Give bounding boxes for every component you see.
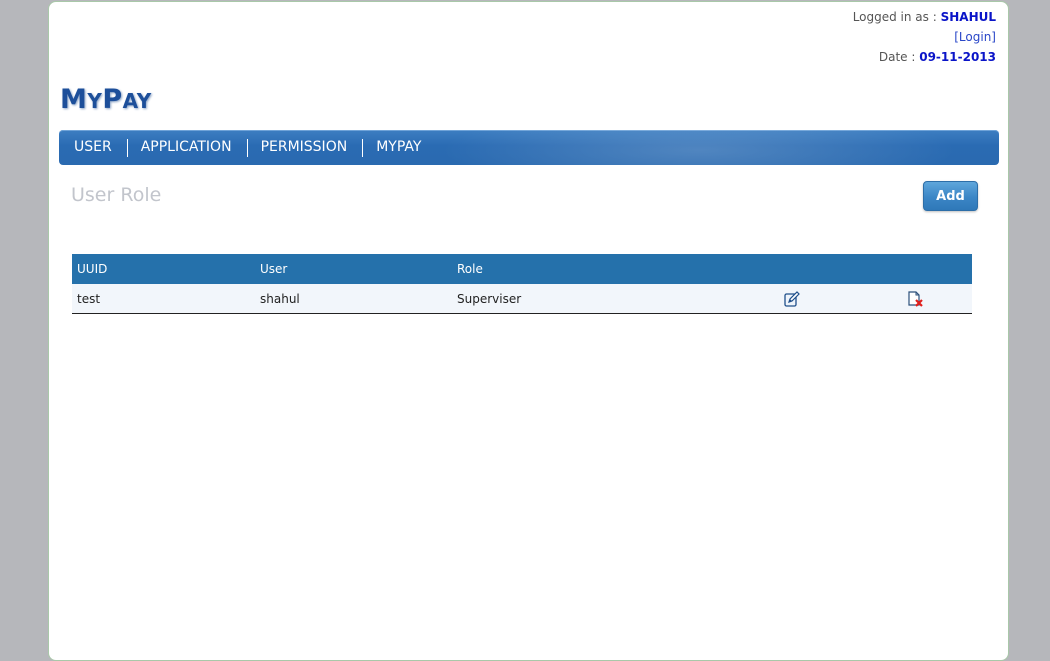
user-role-table: UUID User Role test shahul Superviser	[72, 254, 972, 314]
column-header-user: User	[255, 254, 452, 284]
cell-role: Superviser	[452, 284, 727, 314]
table-header-row: UUID User Role	[72, 254, 972, 284]
date-line: Date : 09-11-2013	[853, 47, 996, 67]
page-container: Logged in as : SHAHUL [Login] Date : 09-…	[48, 1, 1009, 661]
column-header-delete	[857, 254, 972, 284]
cell-uuid: test	[72, 284, 255, 314]
login-link[interactable]: [Login]	[954, 30, 996, 44]
username: SHAHUL	[940, 10, 996, 24]
cell-user: shahul	[255, 284, 452, 314]
logo-letter-p: P	[102, 84, 123, 115]
add-button[interactable]: Add	[923, 181, 978, 211]
nav-item-application[interactable]: APPLICATION	[126, 130, 247, 165]
logged-in-line: Logged in as : SHAHUL	[853, 7, 996, 27]
edit-icon[interactable]	[783, 290, 801, 308]
logo-letter-m: M	[60, 84, 88, 115]
cell-edit	[727, 284, 857, 314]
nav-list: USER APPLICATION PERMISSION MYPAY	[59, 130, 999, 165]
column-header-uuid: UUID	[72, 254, 255, 284]
nav-item-permission[interactable]: PERMISSION	[246, 130, 363, 165]
date-value: 09-11-2013	[919, 50, 996, 64]
logged-in-label: Logged in as :	[852, 10, 941, 24]
cell-delete	[857, 284, 972, 314]
date-label: Date :	[878, 50, 920, 64]
logo-letters-ay: AY	[122, 89, 152, 113]
logo-letter-y: Y	[87, 89, 103, 113]
table-row: test shahul Superviser	[72, 284, 972, 314]
nav-item-mypay[interactable]: MYPAY	[362, 130, 436, 165]
nav-item-user[interactable]: USER	[60, 130, 127, 165]
user-info: Logged in as : SHAHUL [Login] Date : 09-…	[853, 7, 996, 67]
login-line: [Login]	[853, 27, 996, 47]
app-logo: MYPAY	[60, 84, 152, 115]
page-title: User Role	[71, 184, 162, 206]
column-header-edit	[727, 254, 857, 284]
delete-icon[interactable]	[906, 290, 924, 308]
column-header-role: Role	[452, 254, 727, 284]
main-nav: USER APPLICATION PERMISSION MYPAY	[59, 130, 999, 165]
